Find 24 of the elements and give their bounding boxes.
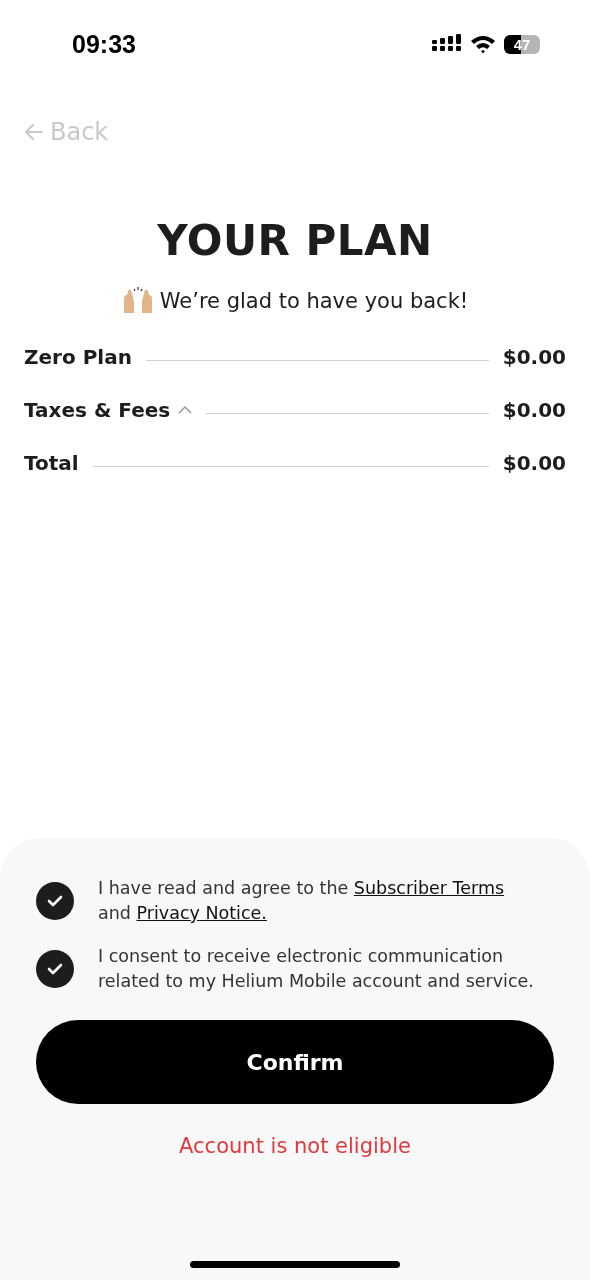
line-item-label: Zero Plan [24, 344, 132, 369]
terms-link[interactable]: Privacy Notice. [136, 903, 267, 923]
welcome-text: We’re glad to have you back! [159, 289, 469, 313]
wifi-icon [470, 34, 496, 54]
error-message: Account is not eligible [178, 1134, 412, 1158]
line-item-amount: $0.00 [502, 450, 566, 475]
status-time: 09:33 [72, 29, 136, 59]
line-item-amount: $0.00 [502, 397, 566, 422]
line-item-amount: $0.00 [502, 344, 566, 369]
checkbox[interactable] [36, 882, 74, 920]
page-title: YOUR PLAN [156, 216, 434, 265]
arrow-left-icon [24, 123, 44, 141]
agreement-text: I consent to receive electronic communication related to my Helium Mobile account and service. [98, 945, 535, 993]
raised-hands-icon [121, 287, 154, 315]
signal-icon [432, 34, 462, 54]
line-item-label: Taxes & Fees [24, 397, 171, 422]
checkmark-icon [47, 962, 63, 976]
line-item-label: Total [24, 450, 79, 475]
checkbox[interactable] [36, 950, 74, 988]
confirm-button[interactable]: Confirm [36, 1020, 554, 1104]
terms-link[interactable]: Subscriber Terms [353, 878, 505, 898]
agreement-text: I have read and agree to the Subscriber Terms and Privacy Notice. [98, 877, 506, 925]
checkmark-icon [47, 894, 63, 908]
chevron-icon[interactable] [178, 404, 193, 415]
